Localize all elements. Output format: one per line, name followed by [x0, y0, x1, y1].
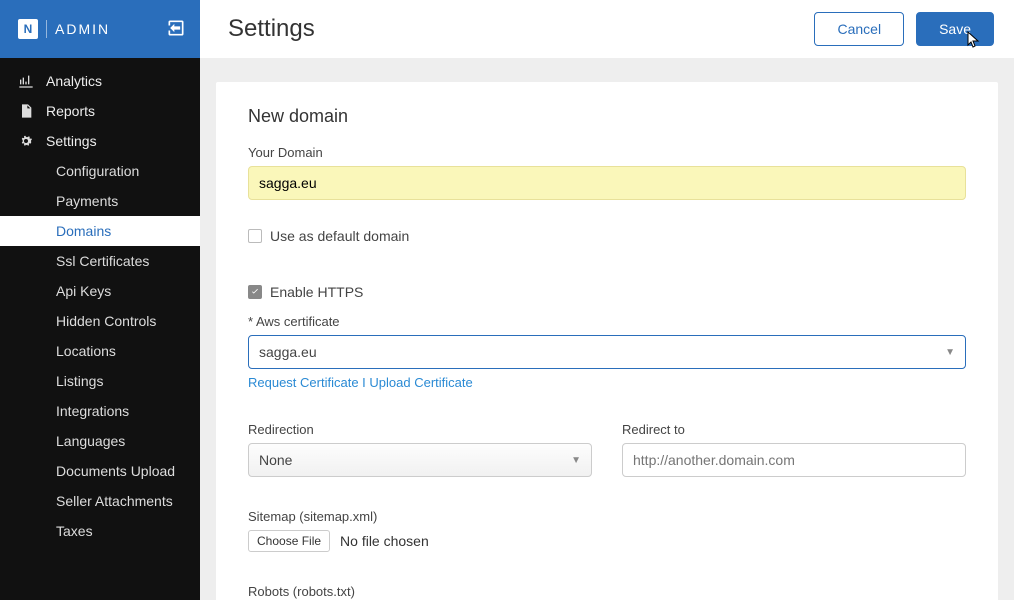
sidebar-sub-taxes[interactable]: Taxes [0, 516, 200, 546]
aws-cert-select[interactable]: sagga.eu ▼ [248, 335, 966, 369]
domain-form-card: New domain Your Domain Use as default do… [216, 82, 998, 600]
topbar: Settings Cancel Save [200, 0, 1014, 58]
sidebar-sub-integrations[interactable]: Integrations [0, 396, 200, 426]
sitemap-choose-file-button[interactable]: Choose File [248, 530, 330, 552]
aws-cert-label: Aws certificate [248, 314, 966, 329]
sidebar-sub-listings[interactable]: Listings [0, 366, 200, 396]
link-divider: I [359, 375, 370, 390]
sidebar-item-label: Settings [46, 133, 97, 149]
cert-links: Request Certificate I Upload Certificate [248, 375, 966, 390]
redirect-to-input[interactable] [622, 443, 966, 477]
robots-label: Robots (robots.txt) [248, 584, 966, 599]
form-heading: New domain [248, 106, 966, 127]
gear-icon [18, 133, 34, 149]
sidebar-sub-configuration[interactable]: Configuration [0, 156, 200, 186]
redirection-label: Redirection [248, 422, 592, 437]
sidebar-item-settings[interactable]: Settings [0, 126, 200, 156]
save-button[interactable]: Save [916, 12, 994, 46]
enable-https-label: Enable HTTPS [270, 284, 363, 300]
sidebar-item-label: Reports [46, 103, 95, 119]
default-domain-checkbox[interactable] [248, 229, 262, 243]
sitemap-file-status: No file chosen [340, 533, 429, 549]
brand-logo: N [18, 19, 38, 39]
enable-https-checkbox[interactable] [248, 285, 262, 299]
sidebar-item-label: Analytics [46, 73, 102, 89]
default-domain-label: Use as default domain [270, 228, 409, 244]
sidebar-sub-api-keys[interactable]: Api Keys [0, 276, 200, 306]
document-icon [18, 103, 34, 119]
brand-left: N ADMIN [18, 19, 110, 39]
brand-separator [46, 20, 47, 38]
aws-cert-value: sagga.eu [259, 344, 317, 360]
save-button-label: Save [939, 21, 971, 37]
sidebar-item-reports[interactable]: Reports [0, 96, 200, 126]
sidebar-sub-locations[interactable]: Locations [0, 336, 200, 366]
domain-label: Your Domain [248, 145, 966, 160]
sidebar-item-analytics[interactable]: Analytics [0, 66, 200, 96]
sidebar-sub-documents-upload[interactable]: Documents Upload [0, 456, 200, 486]
redirection-value: None [259, 452, 292, 468]
chevron-down-icon: ▼ [571, 455, 581, 466]
sidebar-sub-payments[interactable]: Payments [0, 186, 200, 216]
redirect-to-label: Redirect to [622, 422, 966, 437]
sidebar-sub-languages[interactable]: Languages [0, 426, 200, 456]
chevron-down-icon: ▼ [945, 347, 955, 358]
redirection-select[interactable]: None ▼ [248, 443, 592, 477]
sitemap-label: Sitemap (sitemap.xml) [248, 509, 966, 524]
request-cert-link[interactable]: Request Certificate [248, 375, 359, 390]
page-title: Settings [228, 15, 315, 43]
sidebar: N ADMIN Analytics Reports Settings Confi… [0, 0, 200, 600]
brand-bar: N ADMIN [0, 0, 200, 58]
upload-cert-link[interactable]: Upload Certificate [369, 375, 472, 390]
brand-text: ADMIN [55, 21, 110, 37]
sidebar-sub-ssl-certificates[interactable]: Ssl Certificates [0, 246, 200, 276]
chart-icon [18, 73, 34, 89]
cancel-button[interactable]: Cancel [814, 12, 904, 46]
domain-input[interactable] [248, 166, 966, 200]
nav: Analytics Reports Settings Configuration… [0, 58, 200, 546]
sidebar-sub-seller-attachments[interactable]: Seller Attachments [0, 486, 200, 516]
sidebar-sub-domains[interactable]: Domains [0, 216, 200, 246]
sidebar-sub-hidden-controls[interactable]: Hidden Controls [0, 306, 200, 336]
action-buttons: Cancel Save [814, 12, 994, 46]
workspace[interactable]: New domain Your Domain Use as default do… [200, 58, 1014, 600]
logout-icon[interactable] [166, 18, 186, 41]
